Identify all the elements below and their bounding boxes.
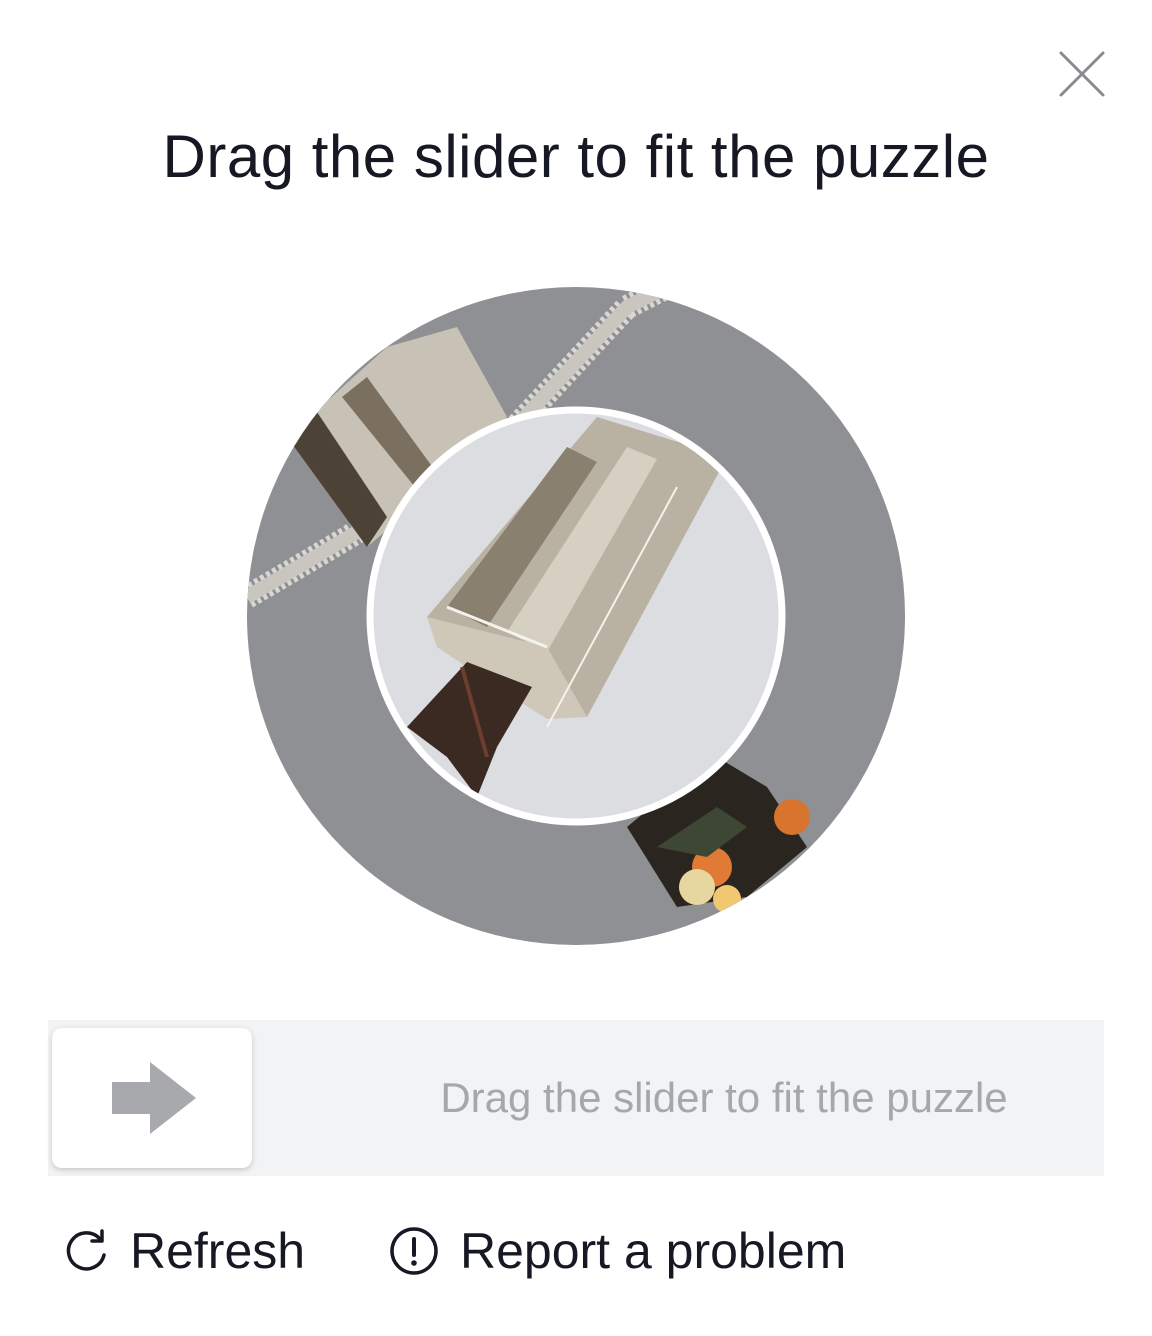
close-button[interactable] [1056, 48, 1108, 100]
slider-hint: Drag the slider to fit the puzzle [440, 1074, 1008, 1121]
refresh-label: Refresh [130, 1223, 306, 1279]
close-icon [1059, 51, 1105, 97]
captcha-dialog: Drag the slider to fit the puzzle Drag t… [0, 0, 1152, 1336]
exclamation-circle-icon [390, 1227, 438, 1275]
report-problem-button[interactable]: Report a problem [388, 1216, 846, 1286]
refresh-icon [66, 1229, 106, 1271]
report-problem-label: Report a problem [460, 1223, 847, 1279]
slider-handle[interactable] [52, 1028, 252, 1168]
arrow-right-icon [112, 1062, 196, 1134]
puzzle-image [247, 287, 905, 945]
dialog-title: Drag the slider to fit the puzzle [162, 123, 990, 190]
refresh-button[interactable]: Refresh [62, 1216, 305, 1286]
